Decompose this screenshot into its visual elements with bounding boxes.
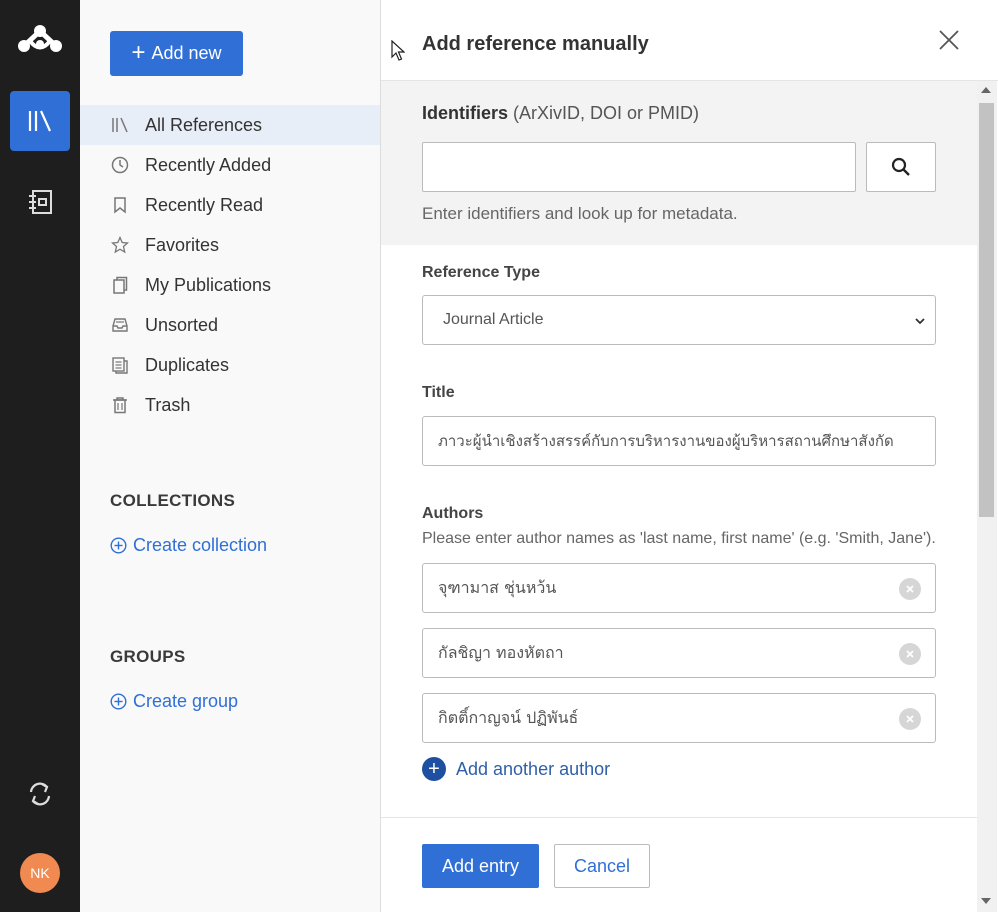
add-another-author-button[interactable]: + Add another author	[422, 757, 610, 781]
library-nav-button[interactable]	[10, 91, 70, 151]
plus-circle-icon	[110, 537, 127, 554]
identifiers-label: Identifiers (ArXivID, DOI or PMID)	[422, 103, 700, 123]
sidebar-item-recently-read[interactable]: Recently Read	[80, 185, 380, 225]
sidebar-item-label: Trash	[145, 394, 191, 415]
sidebar-item-label: Favorites	[145, 234, 220, 255]
sidebar-item-trash[interactable]: Trash	[80, 385, 380, 425]
author-input[interactable]: กิตติ์กาญจน์ ปฏิพันธ์	[422, 693, 936, 743]
sidebar-item-label: Duplicates	[145, 354, 230, 375]
scroll-up-arrow-icon[interactable]	[981, 87, 991, 93]
create-group-label: Create group	[133, 691, 239, 711]
plus-icon: +	[131, 38, 146, 66]
sidebar-item-label: All References	[145, 114, 263, 135]
authors-help-text: Please enter author names as 'last name,…	[422, 530, 936, 547]
clock-icon	[110, 155, 130, 175]
author-value: กัลชิญา ทองหัตถา	[438, 642, 564, 662]
library-sidebar: + Add new All References Recently Added …	[80, 0, 380, 912]
sidebar-item-label: My Publications	[145, 274, 272, 295]
dialog-scrollbar[interactable]	[977, 81, 997, 912]
create-collection-link[interactable]: Create collection	[110, 535, 267, 556]
add-new-label: Add new	[151, 43, 222, 63]
chevron-down-icon	[915, 318, 925, 325]
sidebar-item-my-publications[interactable]: My Publications	[80, 265, 380, 305]
add-new-button[interactable]: + Add new	[110, 31, 243, 76]
title-input[interactable]: ภาวะผู้นำเชิงสร้างสรรค์กับการบริหารงานขอ…	[422, 416, 936, 466]
lookup-search-button[interactable]	[866, 142, 936, 192]
sidebar-item-duplicates[interactable]: Duplicates	[80, 345, 380, 385]
author-input[interactable]: จุฑามาส ชุ่นหว้น	[422, 563, 936, 613]
identifiers-help-text: Enter identifiers and look up for metada…	[422, 204, 738, 223]
author-value: กิตติ์กาญจน์ ปฏิพันธ์	[438, 707, 579, 727]
authors-label: Authors	[422, 505, 484, 522]
add-entry-button[interactable]: Add entry	[422, 844, 539, 888]
reference-type-value: Journal Article	[443, 311, 544, 328]
author-input[interactable]: กัลชิญา ทองหัตถา	[422, 628, 936, 678]
sidebar-item-unsorted[interactable]: Unsorted	[80, 305, 380, 345]
reference-type-select[interactable]: Journal Article	[422, 295, 936, 345]
dialog-title: Add reference manually	[422, 33, 649, 55]
create-group-link[interactable]: Create group	[110, 691, 238, 712]
sidebar-item-label: Unsorted	[145, 314, 219, 335]
duplicates-icon	[110, 355, 130, 375]
dialog-footer: Add entry Cancel	[381, 817, 977, 912]
library-list: All References Recently Added Recently R…	[80, 105, 380, 425]
star-icon	[110, 235, 130, 255]
sidebar-item-label: Recently Added	[145, 154, 272, 175]
mouse-cursor-icon	[391, 39, 406, 67]
sync-icon	[29, 782, 51, 806]
sidebar-item-label: Recently Read	[145, 194, 264, 215]
search-icon	[891, 157, 910, 176]
identifiers-input[interactable]	[422, 142, 856, 192]
collections-heading: COLLECTIONS	[110, 491, 236, 510]
app-rail: NK	[0, 0, 80, 912]
title-value: ภาวะผู้นำเชิงสร้างสรรค์กับการบริหารงานขอ…	[438, 432, 894, 450]
groups-heading: GROUPS	[110, 647, 186, 666]
inbox-icon	[110, 315, 130, 335]
sidebar-item-all-references[interactable]: All References	[80, 105, 380, 145]
notebook-icon	[29, 190, 52, 214]
dialog-header: Add reference manually	[381, 0, 998, 81]
library-icon	[110, 115, 130, 135]
scroll-thumb[interactable]	[979, 103, 994, 517]
bookmark-icon	[110, 195, 130, 215]
mendeley-logo-icon[interactable]	[16, 24, 64, 56]
reference-type-label: Reference Type	[422, 264, 540, 281]
clear-icon	[906, 715, 914, 723]
clear-author-button[interactable]	[899, 578, 921, 600]
close-button[interactable]	[937, 28, 961, 52]
clear-author-button[interactable]	[899, 643, 921, 665]
sidebar-item-favorites[interactable]: Favorites	[80, 225, 380, 265]
notebook-nav-button[interactable]	[22, 184, 58, 220]
clear-icon	[906, 650, 914, 658]
cancel-button[interactable]: Cancel	[554, 844, 650, 888]
plus-circle-icon: +	[422, 757, 446, 781]
plus-circle-icon	[110, 693, 127, 710]
clear-icon	[906, 585, 914, 593]
clear-author-button[interactable]	[899, 708, 921, 730]
user-avatar[interactable]: NK	[20, 853, 60, 893]
create-collection-label: Create collection	[133, 535, 268, 555]
scroll-down-arrow-icon[interactable]	[981, 898, 991, 904]
add-author-label: Add another author	[456, 758, 611, 779]
publications-icon	[110, 275, 130, 295]
close-icon	[939, 30, 959, 50]
title-label: Title	[422, 384, 455, 401]
sync-button[interactable]	[22, 776, 58, 812]
author-value: จุฑามาส ชุ่นหว้น	[438, 577, 557, 597]
identifiers-section: Identifiers (ArXivID, DOI or PMID) Enter…	[381, 81, 977, 245]
library-icon	[28, 110, 52, 132]
trash-icon	[110, 395, 130, 415]
sidebar-item-recently-added[interactable]: Recently Added	[80, 145, 380, 185]
add-reference-dialog: Add reference manually Identifiers (ArXi…	[380, 0, 998, 912]
